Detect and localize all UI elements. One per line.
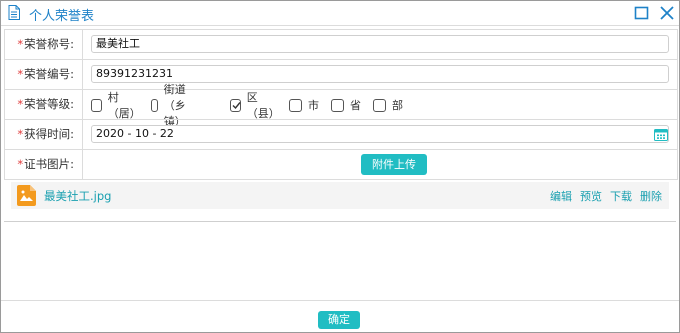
honor-name-label-text: 荣誉称号:	[24, 37, 74, 51]
date-value: 2020 - 10 - 22	[96, 127, 174, 140]
close-icon[interactable]	[658, 4, 676, 22]
row-honor-name: *荣誉称号: 最美社工	[5, 29, 677, 59]
option-label: 村（居）	[107, 91, 141, 120]
honor-number-label: *荣誉编号:	[5, 60, 83, 89]
option-label: 市	[308, 99, 319, 112]
attachment-item: 最美社工.jpg 编辑 预览 下载 删除	[11, 182, 669, 209]
option-label: 区（县）	[246, 91, 280, 120]
level-option-ministry[interactable]: 部	[373, 96, 403, 114]
document-icon	[8, 5, 20, 20]
honor-number-label-text: 荣誉编号:	[24, 67, 74, 81]
required-mark: *	[17, 37, 24, 51]
image-file-icon	[17, 185, 36, 206]
maximize-icon[interactable]	[633, 4, 651, 22]
footer-divider	[1, 300, 679, 301]
checkbox-ministry[interactable]	[373, 98, 386, 112]
honor-name-label: *荣誉称号:	[5, 30, 83, 59]
checkbox-city[interactable]	[289, 98, 302, 112]
dialog-window: 个人荣誉表 *荣誉称号: 最美社工 *荣誉编号: 89391231231 *荣誉…	[0, 0, 680, 333]
honor-form: *荣誉称号: 最美社工 *荣誉编号: 89391231231 *荣誉等级: 村（…	[4, 29, 678, 180]
row-certificate: *证书图片: 附件上传	[5, 149, 677, 180]
honor-name-input[interactable]: 最美社工	[91, 35, 669, 53]
attachment-file-name[interactable]: 最美社工.jpg	[44, 188, 111, 204]
level-option-street[interactable]: 街道（乡镇）	[151, 83, 192, 128]
download-link[interactable]: 下载	[610, 190, 632, 203]
level-option-city[interactable]: 市	[289, 96, 319, 114]
confirm-button[interactable]: 确定	[318, 311, 360, 329]
upload-attachment-button[interactable]: 附件上传	[361, 154, 427, 175]
certificate-label-text: 证书图片:	[24, 157, 74, 171]
level-option-province[interactable]: 省	[331, 96, 361, 114]
delete-link[interactable]: 删除	[640, 190, 662, 203]
required-mark: *	[17, 67, 24, 81]
checkmark-icon	[232, 101, 241, 109]
certificate-label: *证书图片:	[5, 150, 83, 179]
edit-link[interactable]: 编辑	[550, 190, 572, 203]
checkbox-district[interactable]	[230, 98, 241, 112]
calendar-icon[interactable]	[654, 128, 668, 141]
required-mark: *	[17, 157, 24, 171]
obtain-time-label-text: 获得时间:	[24, 127, 74, 141]
level-option-district[interactable]: 区（县）	[230, 91, 282, 120]
checkbox-village[interactable]	[91, 98, 102, 112]
title-bar: 个人荣誉表	[1, 1, 679, 26]
row-obtain-time: *获得时间: 2020 - 10 - 22	[5, 119, 677, 149]
level-option-village[interactable]: 村（居）	[91, 91, 143, 120]
checkbox-province[interactable]	[331, 98, 344, 112]
option-label: 部	[392, 99, 403, 112]
checkbox-street[interactable]	[151, 98, 158, 112]
honor-level-label: *荣誉等级:	[5, 90, 83, 119]
required-mark: *	[17, 97, 24, 111]
row-honor-level: *荣誉等级: 村（居） 街道（乡镇） 区（县） 市 省 部	[5, 83, 677, 128]
preview-link[interactable]: 预览	[580, 190, 602, 203]
row-honor-number: *荣誉编号: 89391231231	[5, 59, 677, 89]
content-divider	[4, 221, 676, 222]
window-title: 个人荣誉表	[29, 9, 95, 24]
obtain-time-label: *获得时间:	[5, 120, 83, 149]
attachment-actions: 编辑 预览 下载 删除	[542, 188, 662, 204]
obtain-time-input[interactable]: 2020 - 10 - 22	[91, 125, 669, 143]
option-label: 省	[350, 99, 361, 112]
required-mark: *	[17, 127, 24, 141]
honor-level-label-text: 荣誉等级:	[24, 97, 74, 111]
